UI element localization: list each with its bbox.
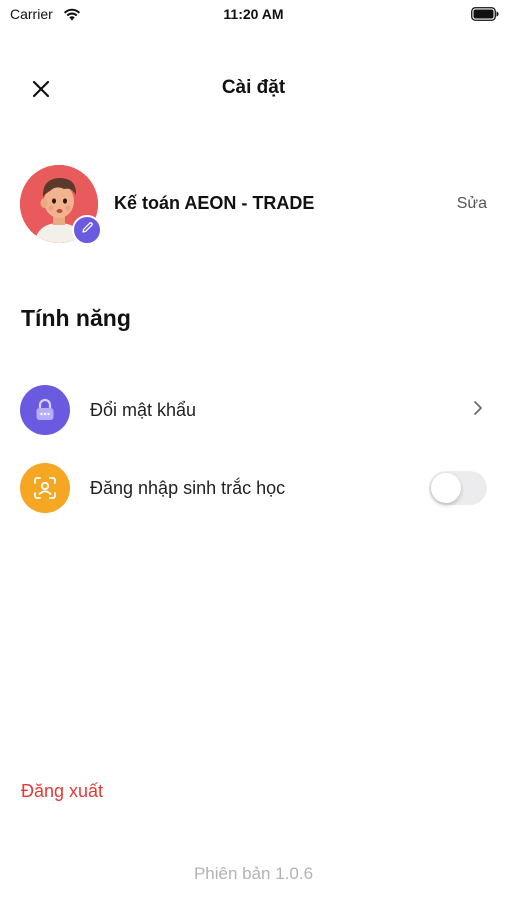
pencil-icon [81, 221, 94, 239]
biometric-login-label: Đăng nhập sinh trắc học [90, 477, 286, 498]
edit-profile-link[interactable]: Sửa [457, 195, 487, 213]
change-password-label: Đổi mật khẩu [90, 399, 197, 420]
logout-button[interactable]: Đăng xuất [21, 781, 103, 802]
profile-name: Kế toán AEON - TRADE [114, 193, 315, 213]
biometric-login-row: Đăng nhập sinh trắc học [20, 462, 487, 514]
app-version: Phiên bản 1.0.6 [193, 864, 314, 883]
toggle-knob [431, 473, 461, 503]
avatar[interactable] [20, 165, 102, 245]
page-title: Cài đặt [221, 77, 286, 98]
chevron-right-icon [473, 400, 483, 421]
lock-icon [20, 385, 70, 435]
avatar-edit-button[interactable] [72, 215, 102, 245]
change-password-row[interactable]: Đổi mật khẩu [20, 384, 487, 436]
battery-icon [471, 7, 499, 26]
clock: 11:20 AM [223, 6, 284, 22]
biometric-toggle[interactable] [429, 471, 487, 505]
status-bar: Carrier 11:20 AM [0, 0, 507, 30]
face-id-icon [20, 463, 70, 513]
features-section-title: Tính năng [21, 305, 131, 331]
